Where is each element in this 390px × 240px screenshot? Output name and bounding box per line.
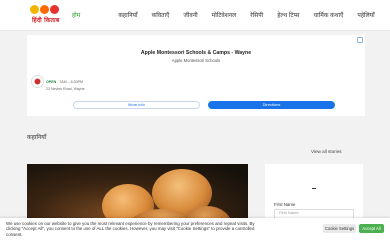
ad-hours: 7AM – 6:30PM [59, 80, 83, 84]
main-nav: होम कहानियाँ कविताएँ जीवनी मोटिवेशनल रेस… [72, 11, 389, 21]
view-all-stories-link[interactable]: View all stories [311, 149, 342, 154]
logo-dot-yellow [30, 5, 39, 14]
ad-logo-icon [31, 75, 44, 88]
section-title: कहानियाँ [27, 135, 47, 141]
ad-more-info-button[interactable]: More info [73, 101, 200, 109]
nav-item-riddles[interactable]: पहेलियाँ [357, 11, 374, 21]
logo-dot-red [50, 5, 59, 14]
ad-banner[interactable]: Apple Montessori Schools & Camps - Wayne… [27, 35, 365, 116]
cookie-consent-text: We use cookies on our website to give yo… [6, 221, 255, 237]
nav-item-stories[interactable]: कहानियाँ [118, 11, 137, 21]
nav-item-health-tips[interactable]: हेल्थ टिप्स [277, 11, 299, 21]
page: हिंदी किताब होम कहानियाँ कविताएँ जीवनी म… [0, 0, 390, 240]
ad-title[interactable]: Apple Montessori Schools & Camps - Wayne [27, 50, 365, 56]
ad-open-status: OPEN [46, 80, 57, 84]
nav-item-home[interactable]: होम [72, 11, 80, 21]
accept-all-button[interactable]: Accept All [359, 224, 384, 233]
ad-subtitle: Apple Montessori Schools [171, 58, 221, 63]
cookie-banner: We use cookies on our website to give yo… [0, 218, 390, 240]
ad-choices-icon[interactable] [357, 37, 363, 43]
nav-item-biography[interactable]: जीवनी [183, 11, 197, 21]
site-header: हिंदी किताब होम कहानियाँ कविताएँ जीवनी म… [0, 0, 390, 31]
cookie-settings-button[interactable]: Cookie Settings [323, 224, 356, 233]
nav-item-recipes[interactable]: रेसिपी [250, 11, 263, 21]
nav-item-poems[interactable]: कविताएँ [152, 11, 170, 21]
ad-hours-row: OPEN 7AM – 6:30PM [46, 80, 83, 84]
first-name-label: First Name [274, 202, 296, 207]
nav-item-religious[interactable]: धार्मिक कथाएँ [313, 11, 343, 21]
nav-item-motivational[interactable]: मोटिवेशनल [212, 11, 237, 21]
site-logo[interactable]: हिंदी किताब [28, 3, 62, 27]
logo-dot-orange [40, 5, 49, 14]
widget-divider [312, 188, 316, 189]
ad-address: 23 Nevins Road, Wayne [46, 87, 85, 91]
ad-directions-button[interactable]: Directions [208, 101, 335, 109]
logo-text: हिंदी किताब [32, 17, 60, 24]
